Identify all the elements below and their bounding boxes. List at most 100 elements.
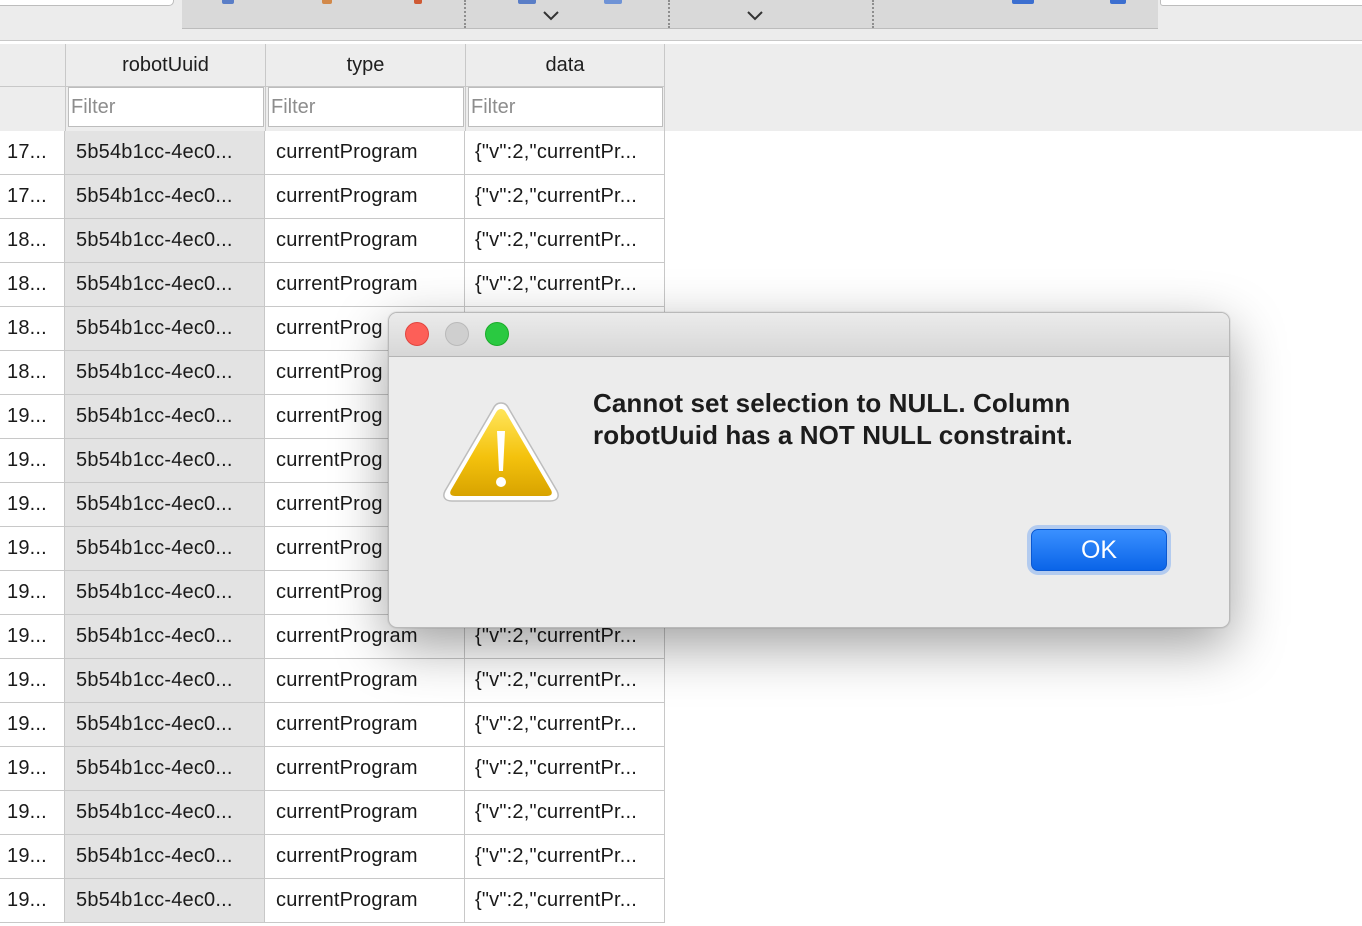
cell-robotUuid[interactable]: 5b54b1cc-4ec0...: [65, 747, 265, 791]
cell-rowid[interactable]: 19...: [0, 747, 65, 791]
app-window: robotUuid type data 17...5b54b1cc-4ec0..…: [0, 0, 1362, 926]
cell-robotUuid[interactable]: 5b54b1cc-4ec0...: [65, 879, 265, 923]
cell-type[interactable]: currentProgram: [265, 219, 465, 263]
cell-robotUuid[interactable]: 5b54b1cc-4ec0...: [65, 263, 265, 307]
cell-data[interactable]: {"v":2,"currentPr...: [465, 175, 665, 219]
column-header-rowid[interactable]: [0, 44, 66, 87]
close-window-icon[interactable]: [405, 322, 429, 346]
cell-robotUuid[interactable]: 5b54b1cc-4ec0...: [65, 835, 265, 879]
cell-rowid[interactable]: 18...: [0, 307, 65, 351]
cell-type[interactable]: currentProgram: [265, 747, 465, 791]
column-header-type[interactable]: type: [266, 44, 466, 87]
toolbar-icon-3[interactable]: [414, 0, 422, 4]
filter-input-robotUuid[interactable]: [68, 87, 264, 127]
zoom-window-icon[interactable]: [485, 322, 509, 346]
cell-robotUuid[interactable]: 5b54b1cc-4ec0...: [65, 527, 265, 571]
table-row[interactable]: 19... 5b54b1cc-4ec0... currentProgram {"v":…: [0, 659, 665, 703]
cell-data[interactable]: {"v":2,"currentPr...: [465, 879, 665, 923]
table-row[interactable]: 18... 5b54b1cc-4ec0... currentProgram {"v":…: [0, 219, 665, 263]
cell-rowid[interactable]: 19...: [0, 571, 65, 615]
alert-message: Cannot set selection to NULL. Column rob…: [593, 388, 1073, 450]
cell-rowid[interactable]: 18...: [0, 263, 65, 307]
filter-input-data[interactable]: [468, 87, 663, 127]
cell-data[interactable]: {"v":2,"currentPr...: [465, 703, 665, 747]
cell-robotUuid[interactable]: 5b54b1cc-4ec0...: [65, 307, 265, 351]
column-header-robotUuid[interactable]: robotUuid: [66, 44, 266, 87]
chevron-down-icon[interactable]: [746, 8, 764, 22]
cell-robotUuid[interactable]: 5b54b1cc-4ec0...: [65, 615, 265, 659]
cell-type[interactable]: currentProgram: [265, 835, 465, 879]
column-header-data[interactable]: data: [466, 44, 665, 87]
filter-cell-robotUuid: [66, 87, 266, 131]
cell-rowid[interactable]: 19...: [0, 879, 65, 923]
ok-button[interactable]: OK: [1031, 529, 1167, 571]
cell-rowid[interactable]: 19...: [0, 439, 65, 483]
cell-rowid[interactable]: 19...: [0, 791, 65, 835]
cell-robotUuid[interactable]: 5b54b1cc-4ec0...: [65, 703, 265, 747]
cell-robotUuid[interactable]: 5b54b1cc-4ec0...: [65, 791, 265, 835]
minimize-window-icon: [445, 322, 469, 346]
toolbar-icon-5[interactable]: [604, 0, 622, 4]
cell-type[interactable]: currentProgram: [265, 879, 465, 923]
cell-rowid[interactable]: 18...: [0, 351, 65, 395]
chevron-down-icon[interactable]: [542, 8, 560, 22]
cell-rowid[interactable]: 19...: [0, 615, 65, 659]
cell-data[interactable]: {"v":2,"currentPr...: [465, 835, 665, 879]
toolbar-left-field[interactable]: [0, 0, 174, 6]
toolbar-icon-4[interactable]: [518, 0, 536, 4]
cell-robotUuid[interactable]: 5b54b1cc-4ec0...: [65, 175, 265, 219]
header-background: [665, 44, 1362, 131]
toolbar-right-field[interactable]: [1160, 0, 1362, 6]
cell-data[interactable]: {"v":2,"currentPr...: [465, 219, 665, 263]
cell-robotUuid[interactable]: 5b54b1cc-4ec0...: [65, 131, 265, 175]
cell-robotUuid[interactable]: 5b54b1cc-4ec0...: [65, 439, 265, 483]
cell-rowid[interactable]: 19...: [0, 483, 65, 527]
cell-data[interactable]: {"v":2,"currentPr...: [465, 131, 665, 175]
table-row[interactable]: 19... 5b54b1cc-4ec0... currentProgram {"v":…: [0, 747, 665, 791]
cell-type[interactable]: currentProgram: [265, 131, 465, 175]
toolbar-separator: [668, 0, 670, 28]
cell-data[interactable]: {"v":2,"currentPr...: [465, 263, 665, 307]
cell-rowid[interactable]: 19...: [0, 659, 65, 703]
cell-type[interactable]: currentProgram: [265, 263, 465, 307]
cell-rowid[interactable]: 19...: [0, 527, 65, 571]
filter-cell-rowid: [0, 87, 66, 131]
warning-triangle-icon: [441, 399, 561, 503]
filter-cell-data: [466, 87, 665, 131]
filter-input-type[interactable]: [268, 87, 464, 127]
table-row[interactable]: 19... 5b54b1cc-4ec0... currentProgram {"v":…: [0, 879, 665, 923]
cell-robotUuid[interactable]: 5b54b1cc-4ec0...: [65, 659, 265, 703]
cell-data[interactable]: {"v":2,"currentPr...: [465, 747, 665, 791]
dialog-titlebar[interactable]: [389, 313, 1229, 357]
toolbar-icon-2[interactable]: [322, 0, 332, 4]
table-row[interactable]: 19... 5b54b1cc-4ec0... currentProgram {"v":…: [0, 703, 665, 747]
toolbar-separator: [464, 0, 466, 28]
table-row[interactable]: 17... 5b54b1cc-4ec0... currentProgram {"v":…: [0, 131, 665, 175]
cell-rowid[interactable]: 19...: [0, 703, 65, 747]
toolbar-icon-1[interactable]: [222, 0, 234, 4]
table-row[interactable]: 19... 5b54b1cc-4ec0... currentProgram {"v":…: [0, 835, 665, 879]
cell-rowid[interactable]: 18...: [0, 219, 65, 263]
cell-rowid[interactable]: 17...: [0, 131, 65, 175]
cell-data[interactable]: {"v":2,"currentPr...: [465, 659, 665, 703]
toolbar-button-group: [182, 0, 1158, 29]
table-row[interactable]: 17... 5b54b1cc-4ec0... currentProgram {"v":…: [0, 175, 665, 219]
cell-rowid[interactable]: 19...: [0, 835, 65, 879]
toolbar-icon-7[interactable]: [1110, 0, 1126, 4]
cell-robotUuid[interactable]: 5b54b1cc-4ec0...: [65, 219, 265, 263]
table-row[interactable]: 18... 5b54b1cc-4ec0... currentProgram {"v":…: [0, 263, 665, 307]
cell-type[interactable]: currentProgram: [265, 703, 465, 747]
cell-data[interactable]: {"v":2,"currentPr...: [465, 791, 665, 835]
cell-robotUuid[interactable]: 5b54b1cc-4ec0...: [65, 351, 265, 395]
cell-type[interactable]: currentProgram: [265, 659, 465, 703]
cell-robotUuid[interactable]: 5b54b1cc-4ec0...: [65, 571, 265, 615]
cell-rowid[interactable]: 17...: [0, 175, 65, 219]
cell-type[interactable]: currentProgram: [265, 791, 465, 835]
cell-robotUuid[interactable]: 5b54b1cc-4ec0...: [65, 483, 265, 527]
cell-robotUuid[interactable]: 5b54b1cc-4ec0...: [65, 395, 265, 439]
cell-type[interactable]: currentProgram: [265, 175, 465, 219]
table-row[interactable]: 19... 5b54b1cc-4ec0... currentProgram {"v":…: [0, 791, 665, 835]
alert-dialog: Cannot set selection to NULL. Column rob…: [388, 312, 1230, 628]
cell-rowid[interactable]: 19...: [0, 395, 65, 439]
toolbar-icon-6[interactable]: [1012, 0, 1034, 4]
